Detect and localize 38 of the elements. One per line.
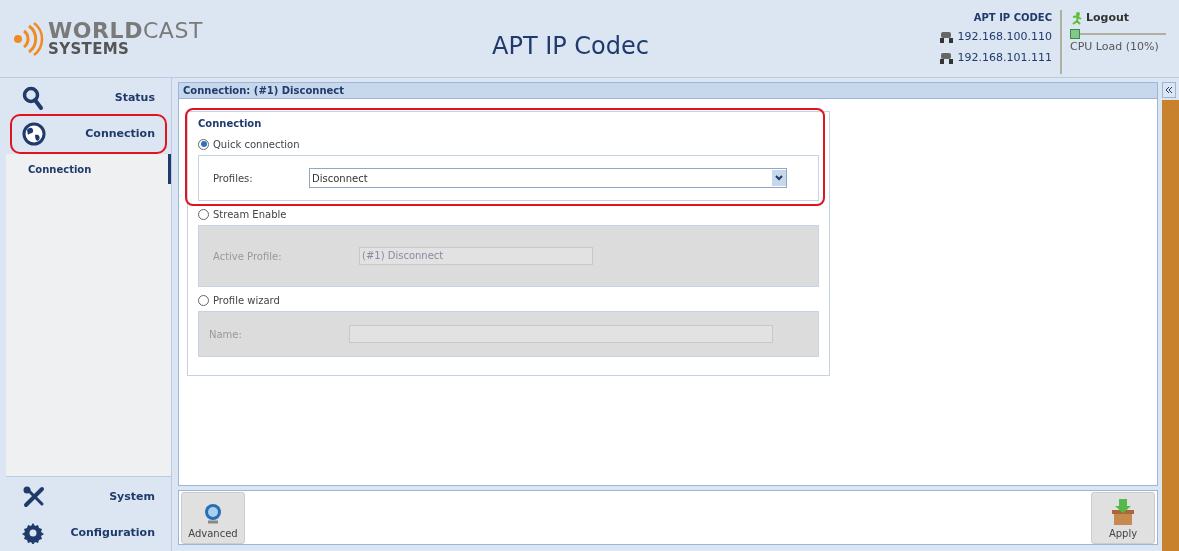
logo-icon xyxy=(12,21,44,56)
radio-option[interactable]: Quick connection xyxy=(198,133,819,155)
double-chevron-icon xyxy=(1165,87,1173,93)
logo-subtext: SYSTEMS xyxy=(48,42,131,57)
panel-title: Connection: (#1) Disconnect xyxy=(179,83,1157,99)
network-icon xyxy=(939,31,954,44)
field-label: Name: xyxy=(208,327,243,342)
apply-button[interactable]: Apply xyxy=(1091,491,1155,544)
advanced-button[interactable]: Advanced xyxy=(181,491,245,544)
active-profile-field: (#1) Disconnect xyxy=(359,247,593,265)
sidebar-item[interactable]: Connection xyxy=(12,116,165,152)
ip-address: 192.168.101.111 xyxy=(957,49,1052,66)
device-name: APT IP CODEC xyxy=(973,11,1052,25)
logout-button[interactable]: Logout xyxy=(1070,10,1172,27)
collapse-button[interactable] xyxy=(1162,82,1176,98)
radio-option[interactable]: Stream Enable xyxy=(198,203,819,225)
field-label: Profiles: xyxy=(212,171,254,186)
monitor-globe-icon xyxy=(202,501,224,526)
caret-icon xyxy=(772,170,786,186)
radio-button[interactable] xyxy=(198,208,209,220)
ip-address: 192.168.100.110 xyxy=(957,29,1052,45)
radio-option[interactable]: Profile wizard xyxy=(198,289,819,311)
app-title: APT IP Codec xyxy=(492,31,649,62)
tools-icon xyxy=(22,485,46,509)
box-arrow-icon xyxy=(1111,497,1135,526)
radio-button[interactable] xyxy=(198,294,209,306)
radio-button[interactable] xyxy=(198,138,209,150)
running-figure-icon xyxy=(1070,11,1082,25)
field-label: Active Profile: xyxy=(212,249,283,264)
fieldset-title: Connection xyxy=(198,117,263,131)
logo-text: WORLDCAST xyxy=(48,20,203,42)
search-icon xyxy=(22,86,44,110)
sidebar-subitem[interactable]: Connection xyxy=(6,154,171,184)
cpu-load-label: CPU Load (10%) xyxy=(1070,38,1160,55)
globe-icon xyxy=(22,122,46,146)
profiles-dropdown[interactable]: Disconnect xyxy=(309,168,787,188)
network-icon xyxy=(939,51,954,64)
settings-icon xyxy=(22,522,44,544)
